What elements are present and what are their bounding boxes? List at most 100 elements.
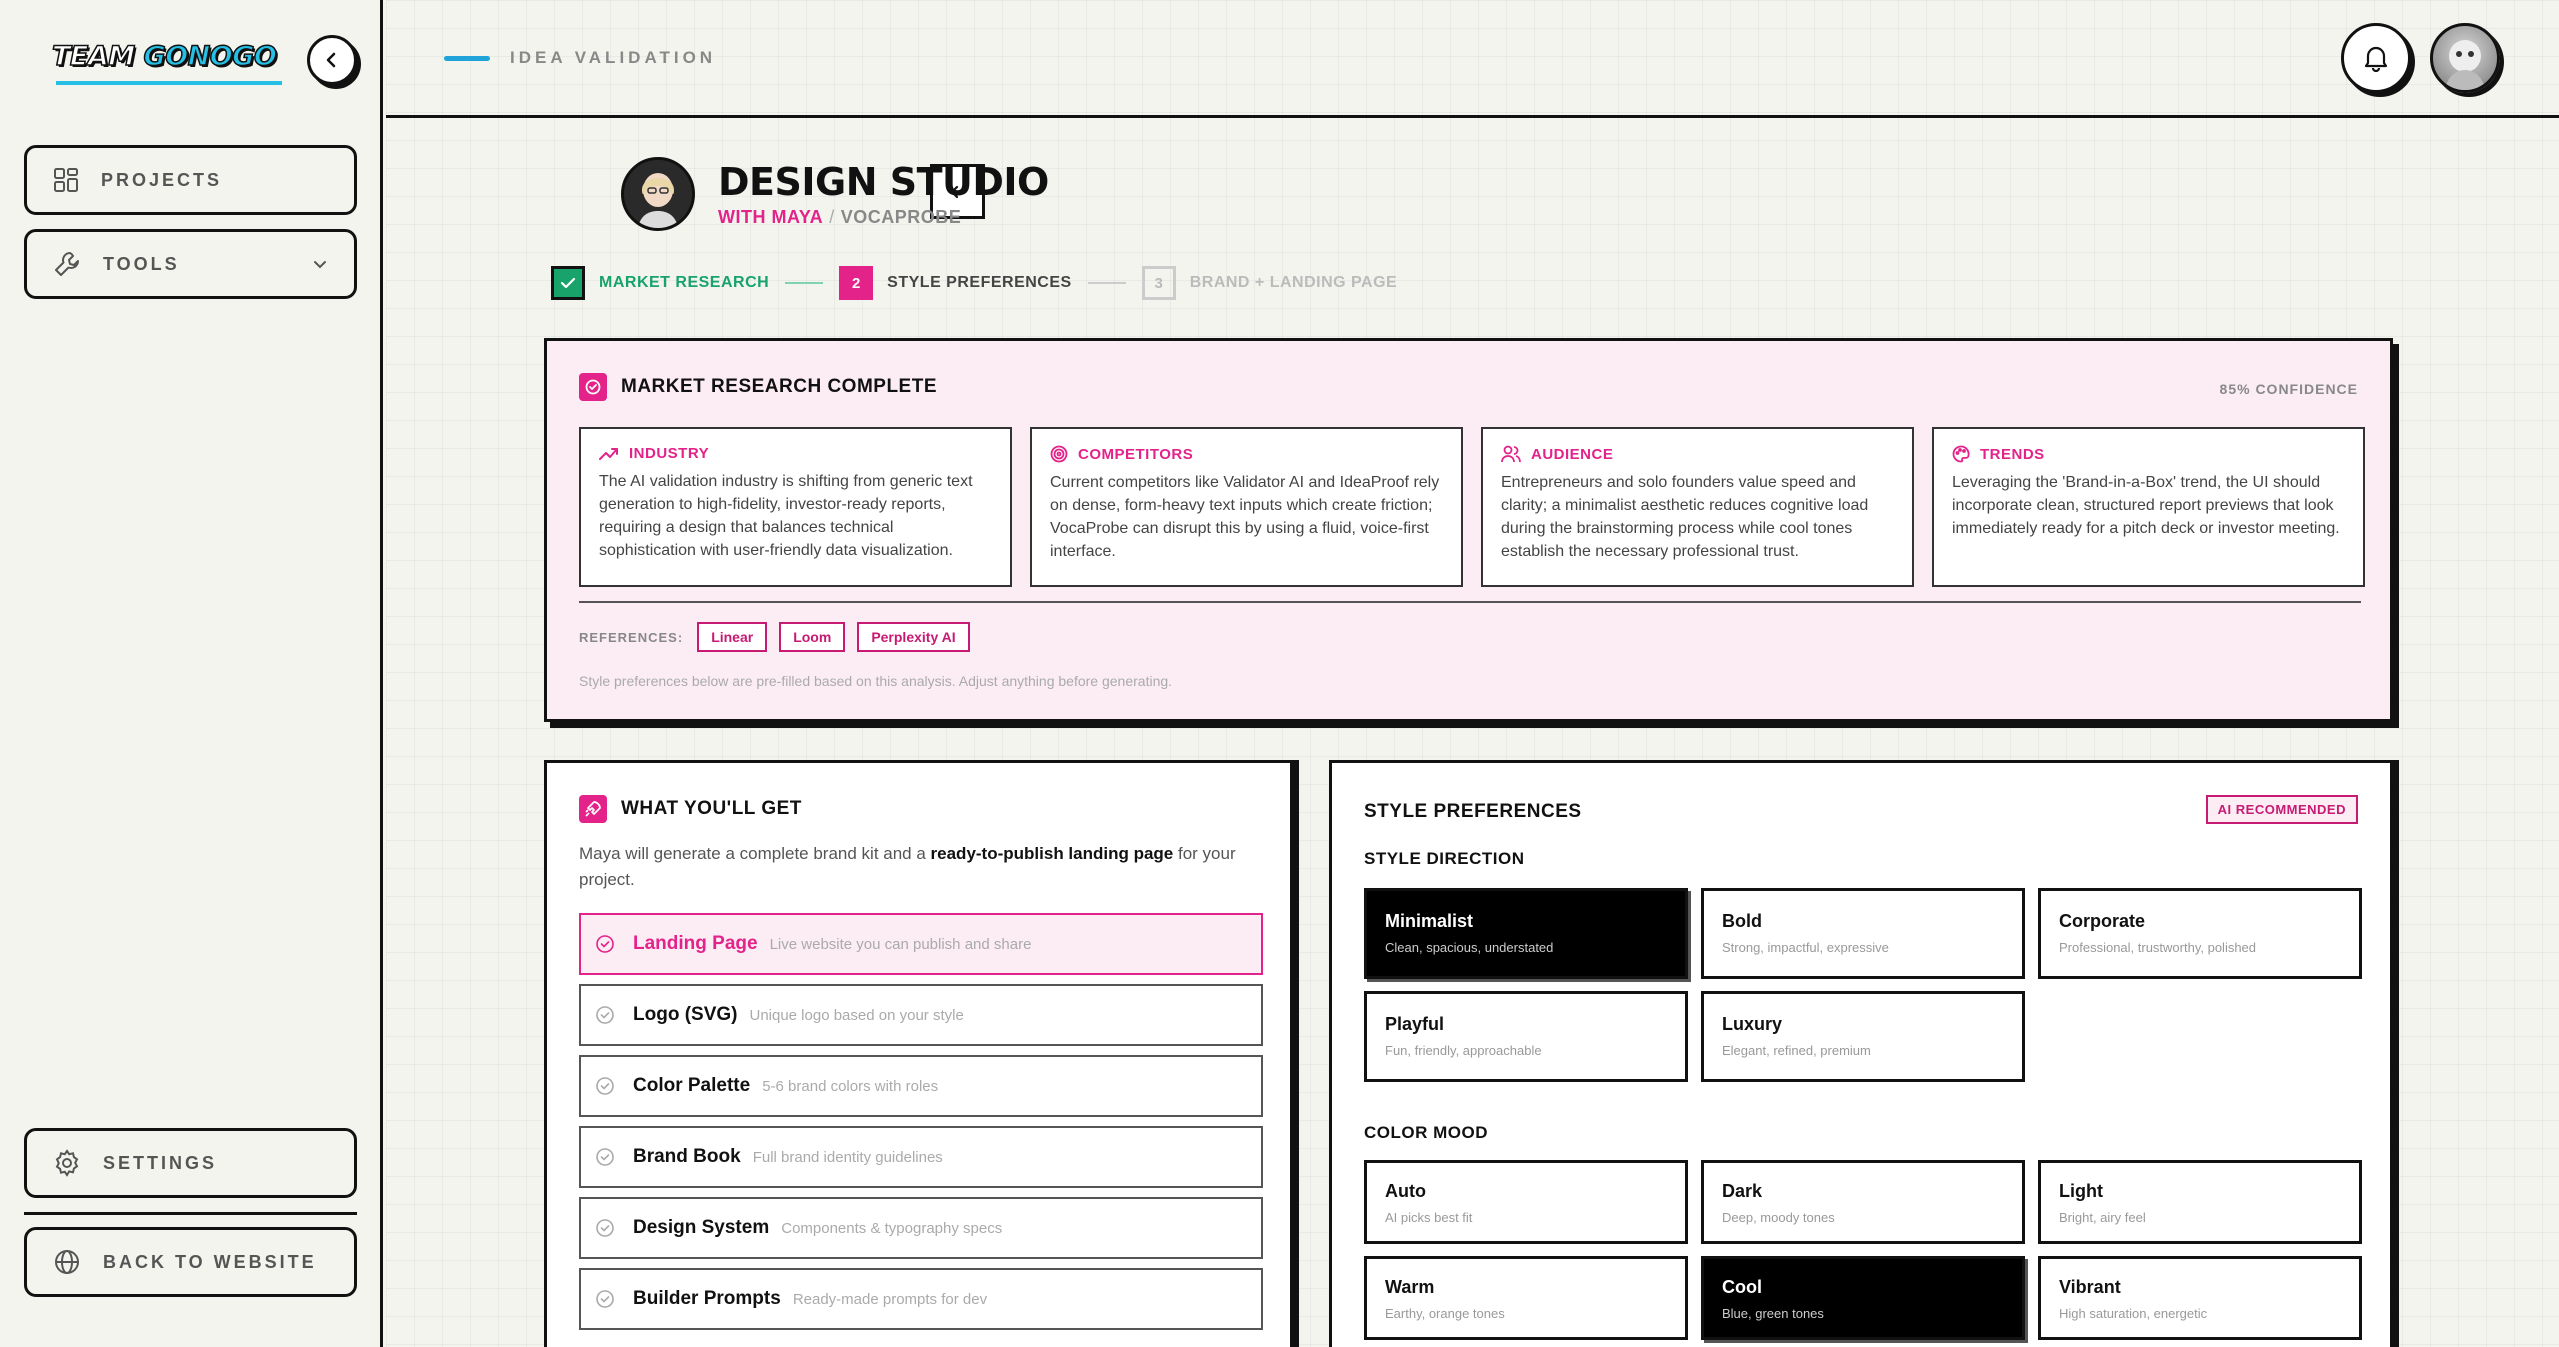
nav-tools-button[interactable]: TOOLS (24, 229, 357, 299)
top-bar: IDEA VALIDATION (386, 0, 2559, 118)
mood-option-dark[interactable]: Dark Deep, moody tones (1701, 1160, 2025, 1244)
insight-card-title: COMPETITORS (1078, 445, 1194, 463)
description-emphasis: ready-to-publish landing page (930, 844, 1174, 863)
deliverable-name: Landing Page (633, 933, 758, 954)
nav-projects-label: PROJECTS (101, 169, 223, 190)
description-text: Maya will generate a complete brand kit … (579, 844, 931, 863)
step-connector (785, 282, 824, 284)
insight-card-title: AUDIENCE (1531, 445, 1614, 463)
logo-underline (56, 81, 282, 85)
style-option-corporate[interactable]: Corporate Professional, trustworthy, pol… (2038, 888, 2362, 979)
mood-option-auto[interactable]: Auto AI picks best fit (1364, 1160, 1688, 1244)
deliverable-description: Ready-made prompts for dev (792, 1290, 988, 1308)
deliverable-name: Logo (SVG) (633, 1004, 738, 1025)
page-title: DESIGN STUDIO (718, 160, 1049, 204)
style-option-luxury[interactable]: Luxury Elegant, refined, premium (1701, 991, 2025, 1082)
reference-tag[interactable]: Perplexity AI (857, 622, 970, 652)
reference-tag[interactable]: Linear (697, 622, 768, 652)
mood-option-light[interactable]: Light Bright, airy feel (2038, 1160, 2362, 1244)
check-circle-icon (596, 935, 614, 953)
reference-tag[interactable]: Loom (779, 622, 846, 652)
deliverable-landing-page[interactable]: Landing Page Live website you can publis… (579, 913, 1263, 975)
deliverable-description: Full brand identity guidelines (752, 1148, 943, 1166)
logo-text-team: TEAM (51, 40, 136, 73)
option-description: Deep, moody tones (1722, 1210, 1835, 1225)
chevron-down-icon (314, 261, 326, 269)
insight-card-industry: INDUSTRY The AI validation industry is s… (579, 427, 1012, 587)
maya-portrait-image (624, 160, 692, 228)
trending-up-icon (599, 447, 618, 460)
color-mood-label: COLOR MOOD (1364, 1123, 1488, 1142)
deliverables-list: Landing Page Live website you can publis… (579, 913, 1263, 1339)
insight-card-audience: AUDIENCE Entrepreneurs and solo founders… (1481, 427, 1914, 587)
divider (579, 601, 2361, 603)
breadcrumb: IDEA VALIDATION (510, 48, 717, 67)
step-1-label[interactable]: MARKET RESEARCH (599, 274, 769, 292)
deliverable-logo[interactable]: Logo (SVG) Unique logo based on your sty… (579, 984, 1263, 1046)
deliverable-brand-book[interactable]: Brand Book Full brand identity guideline… (579, 1126, 1263, 1188)
page-subtitle: WITH MAYA / VOCAPROBE (718, 207, 961, 228)
confidence-score: 85% CONFIDENCE (2219, 381, 2358, 397)
deliverable-builder-prompts[interactable]: Builder Prompts Ready-made prompts for d… (579, 1268, 1263, 1330)
logo[interactable]: TEAM GONOGO (51, 40, 282, 86)
deliverable-color-palette[interactable]: Color Palette 5-6 brand colors with role… (579, 1055, 1263, 1117)
option-description: Blue, green tones (1722, 1306, 1824, 1321)
settings-button[interactable]: SETTINGS (24, 1128, 357, 1198)
maya-avatar (621, 157, 695, 231)
option-description: Professional, trustworthy, polished (2059, 940, 2257, 955)
option-name: Light (2059, 1181, 2103, 1201)
mood-option-warm[interactable]: Warm Earthy, orange tones (1364, 1256, 1688, 1340)
progress-stepper: MARKET RESEARCH 2 STYLE PREFERENCES 3 BR… (551, 265, 1397, 301)
collapse-sidebar-button[interactable] (307, 35, 357, 85)
user-avatar[interactable] (2430, 23, 2500, 93)
step-2-label[interactable]: STYLE PREFERENCES (887, 274, 1072, 292)
option-name: Corporate (2059, 911, 2146, 931)
insight-card-body: Leveraging the 'Brand-in-a-Box' trend, t… (1952, 474, 2340, 537)
step-3-label: BRAND + LANDING PAGE (1189, 274, 1398, 291)
option-description: Bright, airy feel (2059, 1210, 2146, 1225)
option-description: High saturation, energetic (2059, 1306, 2208, 1321)
style-preferences-panel: STYLE PREFERENCES AI RECOMMENDED STYLE D… (1329, 760, 2393, 1347)
option-name: Vibrant (2059, 1277, 2121, 1297)
subtitle-separator: / (829, 207, 835, 227)
references-row: REFERENCES: Linear Loom Perplexity AI (579, 622, 970, 652)
color-mood-options: Auto AI picks best fit Dark Deep, moody … (1364, 1160, 2362, 1340)
option-description: AI picks best fit (1385, 1210, 1473, 1225)
deliverable-name: Builder Prompts (633, 1288, 781, 1309)
project-name[interactable]: VOCAPROBE (841, 207, 962, 227)
option-name: Auto (1385, 1181, 1426, 1201)
palette-icon (1952, 445, 1970, 463)
insight-card-body: The AI validation industry is shifting f… (599, 473, 973, 559)
option-description: Elegant, refined, premium (1722, 1043, 1871, 1058)
step-2-box[interactable]: 2 (839, 266, 874, 300)
option-description: Earthy, orange tones (1385, 1306, 1505, 1321)
what-youll-get-panel: WHAT YOU'LL GET Maya will generate a com… (544, 760, 1293, 1347)
style-direction-options: Minimalist Clean, spacious, understated … (1364, 888, 2362, 1082)
back-to-website-button[interactable]: BACK TO WEBSITE (24, 1227, 357, 1297)
notifications-button[interactable] (2341, 23, 2411, 93)
mood-option-cool[interactable]: Cool Blue, green tones (1701, 1256, 2025, 1340)
deliverable-design-system[interactable]: Design System Components & typography sp… (579, 1197, 1263, 1259)
style-option-playful[interactable]: Playful Fun, friendly, approachable (1364, 991, 1688, 1082)
style-option-minimalist[interactable]: Minimalist Clean, spacious, understated (1364, 888, 1688, 979)
what-youll-get-title: WHAT YOU'LL GET (621, 798, 802, 819)
option-description: Clean, spacious, understated (1385, 940, 1554, 955)
nav-tools-label: TOOLS (103, 253, 180, 274)
option-name: Warm (1385, 1277, 1435, 1297)
settings-label: SETTINGS (103, 1152, 218, 1173)
mood-option-vibrant[interactable]: Vibrant High saturation, energetic (2038, 1256, 2362, 1340)
nav-projects-button[interactable]: PROJECTS (24, 145, 357, 215)
references-label: REFERENCES: (579, 629, 684, 645)
check-circle-icon (596, 1077, 614, 1095)
style-option-bold[interactable]: Bold Strong, impactful, expressive (1701, 888, 2025, 979)
globe-icon (55, 1250, 79, 1274)
deliverable-description: 5-6 brand colors with roles (762, 1077, 939, 1095)
step-1-box[interactable] (551, 266, 585, 300)
market-research-panel: MARKET RESEARCH COMPLETE 85% CONFIDENCE … (544, 338, 2393, 722)
wrench-icon (55, 252, 79, 276)
style-preferences-title: STYLE PREFERENCES (1364, 801, 1582, 822)
users-icon (1501, 445, 1521, 463)
option-description: Strong, impactful, expressive (1722, 940, 1889, 955)
deliverable-name: Design System (633, 1217, 770, 1238)
check-circle-icon (596, 1219, 614, 1237)
